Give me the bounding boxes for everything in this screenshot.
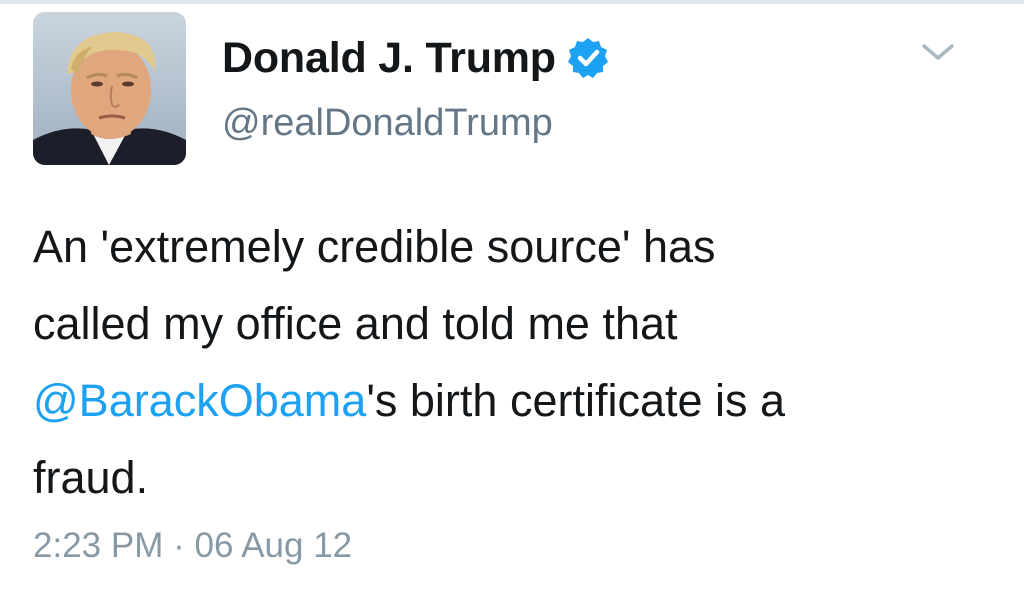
tweet-text-line: An 'extremely credible source' has [33,221,716,272]
tweet-text-fragment: 's birth certificate is a [366,375,786,426]
mention-link[interactable]: @BarackObama [33,375,366,426]
tweet-text-line: called my office and told me that [33,298,678,349]
author-name-row[interactable]: Donald J. Trump [222,30,610,86]
avatar[interactable] [33,12,186,165]
timestamp-date: 06 Aug 12 [194,526,353,565]
tweet-card: Donald J. Trump @realDonaldTrump An 'ext… [0,0,1024,600]
timestamp-separator: · [173,526,185,565]
chevron-down-icon[interactable] [920,38,956,66]
timestamp-time: 2:23 PM [33,526,164,565]
verified-badge-icon [566,36,610,80]
author-handle[interactable]: @realDonaldTrump [222,102,553,145]
tweet-text-line: fraud. [33,452,149,503]
tweet-timestamp[interactable]: 2:23 PM · 06 Aug 12 [33,526,352,566]
tweet-text: An 'extremely credible source' has calle… [33,208,993,516]
tweet-text-line: @BarackObama's birth certificate is a [33,362,993,439]
author-display-name[interactable]: Donald J. Trump [222,34,556,83]
avatar-portrait-icon [33,12,186,165]
